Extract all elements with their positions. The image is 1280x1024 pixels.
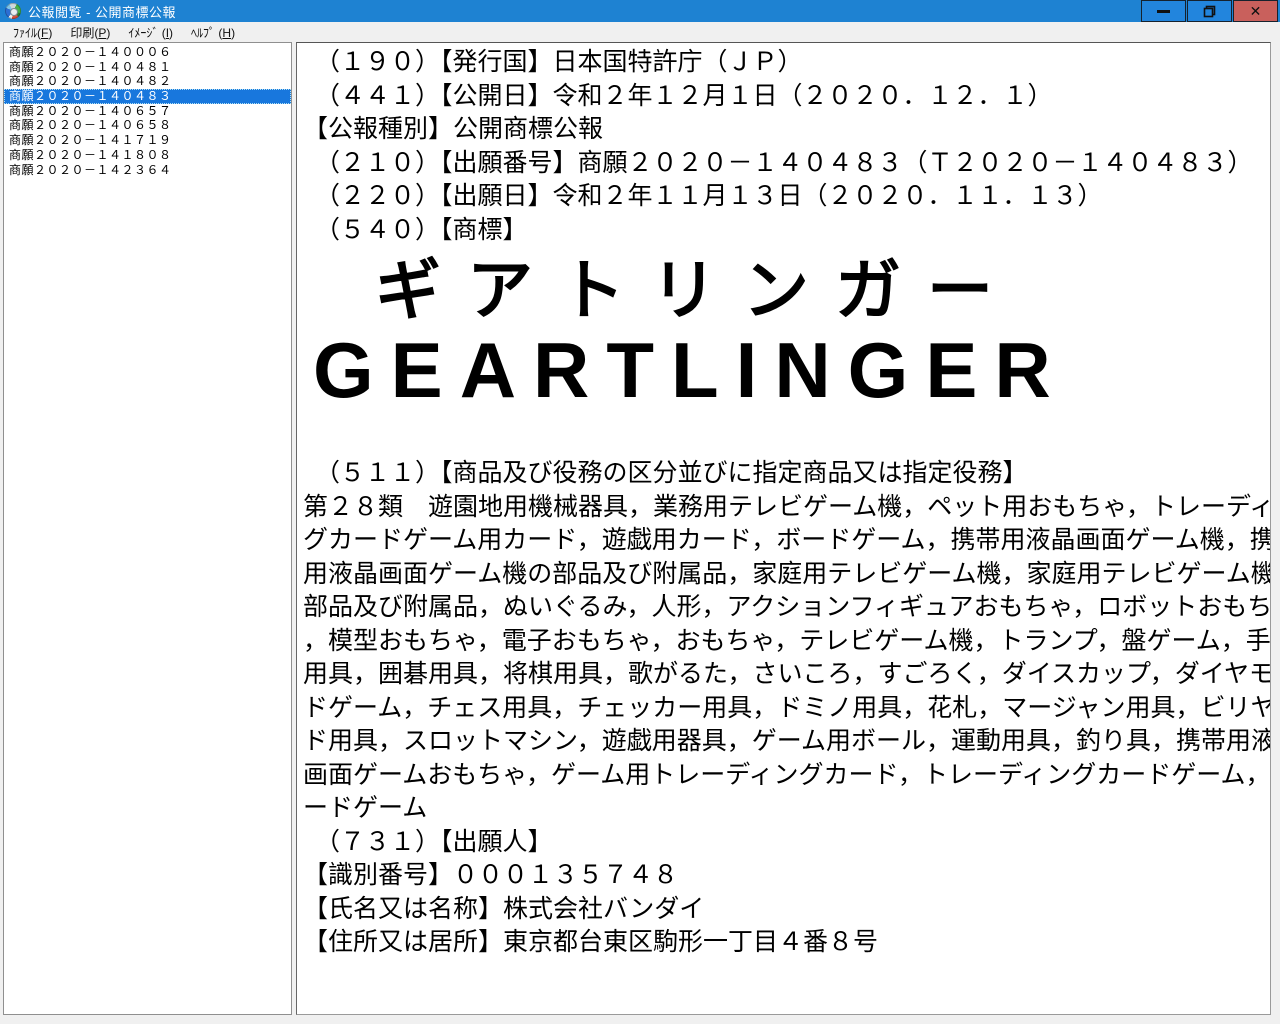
- document-line: ードゲーム: [303, 792, 1264, 826]
- minimize-icon: [1157, 10, 1170, 13]
- document-line: 用具，囲碁用具，将棋用具，歌がるた，さいころ，すごろく，ダイスカップ，ダイヤモン: [303, 658, 1264, 692]
- document-line: グカードゲーム用カード，遊戯用カード，ボードゲーム，携帯用液晶画面ゲーム機，携帯: [303, 524, 1264, 558]
- menu-item[interactable]: 印刷(P): [61, 22, 119, 43]
- document-line: 画面ゲームおもちゃ，ゲーム用トレーディングカード，トレーディングカードゲーム，カ: [303, 759, 1264, 793]
- document-line: （５４０）【商標】: [303, 214, 1264, 248]
- restore-button[interactable]: [1187, 0, 1232, 22]
- gazette-list[interactable]: 商願２０２０－１４０００６商願２０２０－１４０４８１商願２０２０－１４０４８２商…: [3, 42, 292, 1015]
- document-line: （１９０）【発行国】日本国特許庁（ＪＰ）: [303, 46, 1264, 80]
- list-item[interactable]: 商願２０２０－１４０６５７: [4, 104, 291, 119]
- minimize-button[interactable]: [1141, 0, 1186, 22]
- document-line: 【住所又は居所】東京都台東区駒形一丁目４番８号: [303, 926, 1264, 960]
- applicant-section: （７３１）【出願人】【識別番号】０００１３５７４８【氏名又は名称】株式会社バンダ…: [303, 826, 1264, 960]
- menu-bar: ﾌｧｲﾙ(F)印刷(P)ｲﾒｰｼﾞ (I)ﾍﾙﾌﾟ (H): [0, 22, 1280, 42]
- trademark-latin: GEARTLINGER: [313, 329, 1264, 411]
- document-line: 用液晶画面ゲーム機の部品及び附属品，家庭用テレビゲーム機，家庭用テレビゲーム機の: [303, 558, 1264, 592]
- document-line: ドゲーム，チェス用具，チェッカー用具，ドミノ用具，花札，マージャン用具，ビリヤー: [303, 692, 1264, 726]
- document-line: （４４１）【公開日】令和２年１２月１日（２０２０．１２．１）: [303, 80, 1264, 114]
- list-item[interactable]: 商願２０２０－１４０４８２: [4, 74, 291, 89]
- window-controls: ✕: [1141, 0, 1278, 22]
- disc-icon: [5, 3, 21, 19]
- close-button[interactable]: ✕: [1233, 0, 1278, 22]
- list-item[interactable]: 商願２０２０－１４０６５８: [4, 118, 291, 133]
- document-header: （１９０）【発行国】日本国特許庁（ＪＰ）（４４１）【公開日】令和２年１２月１日（…: [303, 46, 1264, 247]
- list-item[interactable]: 商願２０２０－１４２３６４: [4, 163, 291, 178]
- trademark-katakana: ギアトリンガー: [375, 251, 1264, 329]
- goods-section: （５１１）【商品及び役務の区分並びに指定商品又は指定役務】第２８類 遊園地用機械…: [303, 457, 1264, 826]
- trademark-image: ギアトリンガー GEARTLINGER: [303, 251, 1264, 411]
- list-item[interactable]: 商願２０２０－１４０４８１: [4, 60, 291, 75]
- menu-item[interactable]: ｲﾒｰｼﾞ (I): [119, 22, 182, 43]
- document-line: ，模型おもちゃ，電子おもちゃ，おもちゃ，テレビゲーム機，トランプ，盤ゲーム，手品: [303, 625, 1264, 659]
- document-line: 第２８類 遊園地用機械器具，業務用テレビゲーム機，ペット用おもちゃ，トレーディン: [303, 491, 1264, 525]
- list-item[interactable]: 商願２０２０－１４１８０８: [4, 148, 291, 163]
- window-title: 公報閲覧 - 公開商標公報: [28, 2, 176, 21]
- restore-icon: [1203, 5, 1216, 18]
- list-item[interactable]: 商願２０２０－１４１７１９: [4, 133, 291, 148]
- document-line: （２１０）【出願番号】商願２０２０－１４０４８３（Ｔ２０２０－１４０４８３）: [303, 147, 1264, 181]
- title-bar[interactable]: 公報閲覧 - 公開商標公報 ✕: [0, 0, 1280, 22]
- document-line: （５１１）【商品及び役務の区分並びに指定商品又は指定役務】: [303, 457, 1264, 491]
- document-line: （７３１）【出願人】: [303, 826, 1264, 860]
- list-item[interactable]: 商願２０２０－１４０４８３: [4, 89, 291, 104]
- document-view: （１９０）【発行国】日本国特許庁（ＪＰ）（４４１）【公開日】令和２年１２月１日（…: [296, 42, 1271, 1015]
- close-icon: ✕: [1250, 4, 1262, 18]
- document-line: ド用具，スロットマシン，遊戯用器具，ゲーム用ボール，運動用具，釣り具，携帯用液晶: [303, 725, 1264, 759]
- document-line: 【氏名又は名称】株式会社バンダイ: [303, 893, 1264, 927]
- document-line: 部品及び附属品，ぬいぐるみ，人形，アクションフィギュアおもちゃ，ロボットおもちゃ: [303, 591, 1264, 625]
- document-line: 【公報種別】公開商標公報: [303, 113, 1264, 147]
- document-line: （２２０）【出願日】令和２年１１月１３日（２０２０．１１．１３）: [303, 180, 1264, 214]
- menu-item[interactable]: ﾌｧｲﾙ(F): [4, 22, 61, 43]
- document-line: 【識別番号】０００１３５７４８: [303, 859, 1264, 893]
- menu-item[interactable]: ﾍﾙﾌﾟ (H): [182, 22, 244, 43]
- list-item[interactable]: 商願２０２０－１４０００６: [4, 45, 291, 60]
